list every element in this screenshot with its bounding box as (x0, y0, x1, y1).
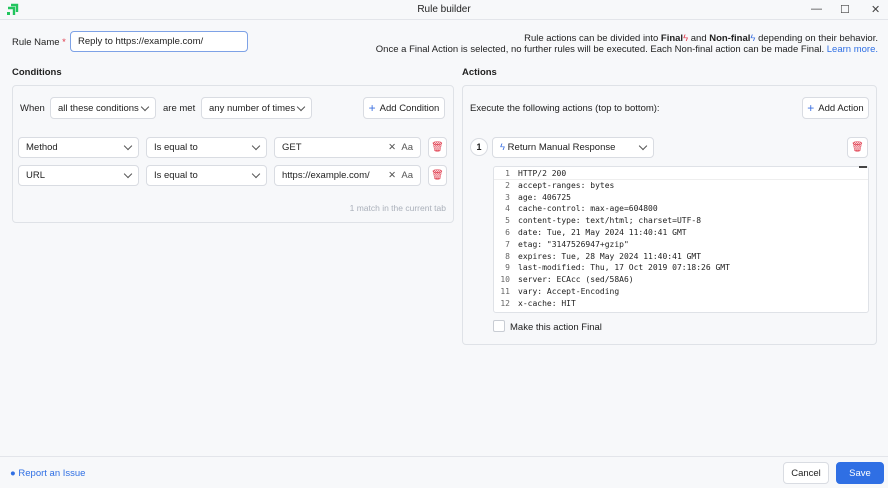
line-text: content-length: 1256 (518, 310, 614, 312)
action-type-select[interactable]: ϟ Return Manual Response (492, 137, 654, 158)
trash-icon: 🗑 (431, 170, 444, 181)
learn-more-link[interactable]: Learn more. (827, 44, 878, 55)
editor-line: 4 cache-control: max-age=604800 (494, 203, 868, 215)
condition-operator-select[interactable]: Is equal to (146, 165, 267, 186)
action-index: 1 (470, 138, 488, 156)
line-text: cache-control: max-age=604800 (518, 204, 658, 214)
make-final-checkbox[interactable] (493, 320, 505, 332)
line-number: 7 (505, 239, 510, 249)
editor-scrollbar[interactable] (859, 166, 867, 168)
editor-line: 3 age: 406725 (494, 192, 868, 204)
line-number: 13 (494, 310, 518, 312)
line-number: 9 (505, 263, 510, 273)
editor-line: 10 server: ECAcc (sed/58A6) (494, 274, 868, 286)
match-case-toggle[interactable]: Aa (401, 170, 413, 181)
delete-condition-button[interactable]: 🗑 (428, 137, 447, 158)
line-text: vary: Accept-Encoding (518, 286, 620, 296)
chevron-down-icon (251, 141, 261, 151)
add-condition-button[interactable]: + Add Condition (363, 97, 445, 119)
chevron-down-icon (123, 169, 133, 179)
delete-condition-button[interactable]: 🗑 (428, 165, 447, 186)
chevron-down-icon (296, 102, 306, 111)
add-action-button[interactable]: + Add Action (802, 97, 869, 119)
line-text: date: Tue, 21 May 2024 11:40:41 GMT (518, 227, 687, 237)
condition-value-input[interactable]: https://example.com/✕ Aa (274, 165, 421, 186)
line-number: 5 (505, 216, 510, 226)
rule-name-input[interactable]: Reply to https://example.com/ (70, 31, 248, 52)
line-number: 6 (505, 227, 510, 237)
match-case-toggle[interactable]: Aa (401, 142, 413, 153)
maximize-button[interactable]: ☐ (840, 3, 850, 16)
editor-line: 6 date: Tue, 21 May 2024 11:40:41 GMT (494, 227, 868, 239)
line-number: 10 (500, 275, 510, 285)
delete-action-button[interactable]: 🗑 (847, 137, 868, 158)
line-number: 2 (505, 180, 510, 190)
frequency-select[interactable]: any number of times (201, 97, 312, 119)
rule-name-label: Rule Name * (12, 37, 66, 48)
line-text: x-cache: HIT (518, 298, 576, 308)
editor-line: 2 accept-ranges: bytes (494, 180, 868, 192)
condition-field-select[interactable]: URL (18, 165, 139, 186)
editor-line: 8 expires: Tue, 28 May 2024 11:40:41 GMT (494, 251, 868, 263)
line-text: etag: "3147526947+gzip" (518, 239, 629, 249)
response-editor[interactable]: 1 HTTP/2 200 2 accept-ranges: bytes 3 age: 40… (493, 166, 869, 313)
are-met-label: are met (163, 103, 196, 114)
trash-icon: 🗑 (851, 142, 864, 153)
line-number: 8 (505, 251, 510, 261)
minimize-button[interactable]: — (811, 3, 822, 15)
line-text: accept-ranges: bytes (518, 180, 615, 190)
condition-operator-select[interactable]: Is equal to (146, 137, 267, 158)
cancel-button[interactable]: Cancel (783, 462, 829, 484)
line-number: 3 (505, 192, 510, 202)
actions-heading: Actions (462, 67, 497, 78)
conditions-heading: Conditions (12, 67, 62, 78)
clear-icon[interactable]: ✕ (388, 170, 396, 181)
save-button[interactable]: Save (836, 462, 884, 484)
clear-icon[interactable]: ✕ (388, 142, 396, 153)
execute-label: Execute the following actions (top to bo… (470, 103, 660, 114)
condition-field-select[interactable]: Method (18, 137, 139, 158)
line-text: content-type: text/html; charset=UTF-8 (518, 216, 702, 226)
line-number: 12 (500, 298, 510, 308)
line-number: 1 (505, 169, 510, 178)
chevron-down-icon (638, 141, 648, 151)
plus-icon: + (368, 101, 376, 115)
when-label: When (20, 103, 45, 114)
make-final-label: Make this action Final (510, 322, 602, 333)
editor-line: 13content-length: 1256 (494, 310, 868, 312)
line-text: HTTP/2 200 (518, 169, 567, 178)
github-icon: ● (10, 468, 16, 479)
line-number: 4 (505, 204, 510, 214)
window-title: Rule builder (417, 4, 471, 15)
trash-icon: 🗑 (431, 142, 444, 153)
editor-line: 11 vary: Accept-Encoding (494, 286, 868, 298)
line-number: 11 (500, 286, 510, 296)
plus-icon: + (807, 101, 815, 115)
nonfinal-bolt-icon: ϟ (500, 142, 506, 153)
line-text: last-modified: Thu, 17 Oct 2019 07:18:26… (518, 263, 730, 273)
close-button[interactable]: ✕ (871, 3, 880, 16)
condition-value-input[interactable]: GET ✕ Aa (274, 137, 421, 158)
line-text: expires: Tue, 28 May 2024 11:40:41 GMT (518, 251, 702, 261)
editor-line: 5 content-type: text/html; charset=UTF-8 (494, 215, 868, 227)
editor-line: 9 last-modified: Thu, 17 Oct 2019 07:18:2… (494, 262, 868, 274)
editor-line: 1 HTTP/2 200 (494, 168, 868, 180)
line-text: server: ECAcc (sed/58A6) (518, 275, 634, 285)
match-mode-select[interactable]: all these conditions (50, 97, 156, 119)
editor-line: 12 x-cache: HIT (494, 298, 868, 310)
report-issue-link[interactable]: ● Report an Issue (10, 468, 85, 479)
info-text: Rule actions can be divided into Finalϟ … (375, 33, 878, 55)
editor-line: 7 etag: "3147526947+gzip" (494, 239, 868, 251)
match-status: 1 match in the current tab (349, 203, 446, 213)
chevron-down-icon (251, 169, 261, 179)
chevron-down-icon (140, 102, 150, 111)
line-text: age: 406725 (518, 192, 571, 202)
chevron-down-icon (123, 141, 133, 151)
